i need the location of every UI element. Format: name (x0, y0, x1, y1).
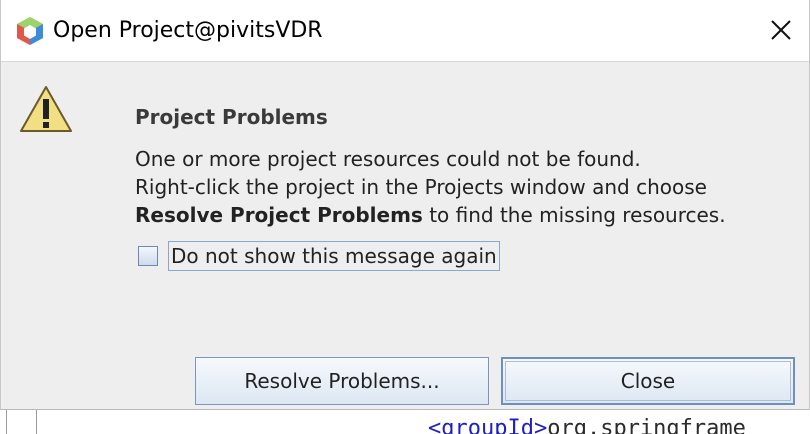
editor-gutter-line (6, 410, 7, 434)
close-x-icon[interactable] (765, 14, 797, 46)
title-bar[interactable]: Open Project@pivitsVDR (1, 0, 809, 62)
close-button[interactable]: Close (501, 357, 795, 405)
dialog-message: One or more project resources could not … (135, 145, 726, 229)
warning-triangle-icon (20, 86, 72, 132)
message-line-3: Resolve Project Problems to find the mis… (135, 201, 726, 229)
editor-gutter-line (36, 410, 37, 434)
message-bold-action: Resolve Project Problems (135, 203, 423, 227)
window-title: Open Project@pivitsVDR (53, 18, 323, 43)
dialog-heading: Project Problems (135, 105, 328, 129)
background-editor-strip: <groupId>org.springframe (0, 410, 810, 434)
xml-value: org.springframe (547, 416, 746, 434)
message-line-1: One or more project resources could not … (135, 147, 641, 171)
message-line-3-rest: to find the missing resources. (422, 203, 726, 227)
project-problems-dialog: Open Project@pivitsVDR Project Problems … (0, 0, 810, 410)
close-button-focus-ring (505, 361, 791, 401)
resolve-problems-label: Resolve Problems... (244, 369, 440, 393)
background-editor-code: <groupId>org.springframe (428, 416, 746, 434)
resolve-problems-button[interactable]: Resolve Problems... (195, 357, 489, 405)
dont-show-again-checkbox[interactable] (138, 246, 158, 266)
netbeans-cube-icon (17, 17, 43, 45)
dont-show-again-label[interactable]: Do not show this message again (168, 241, 500, 271)
xml-tag: <groupId> (428, 416, 548, 434)
dont-show-again-checkbox-row[interactable]: Do not show this message again (138, 241, 500, 271)
message-line-2: Right-click the project in the Projects … (135, 175, 707, 199)
